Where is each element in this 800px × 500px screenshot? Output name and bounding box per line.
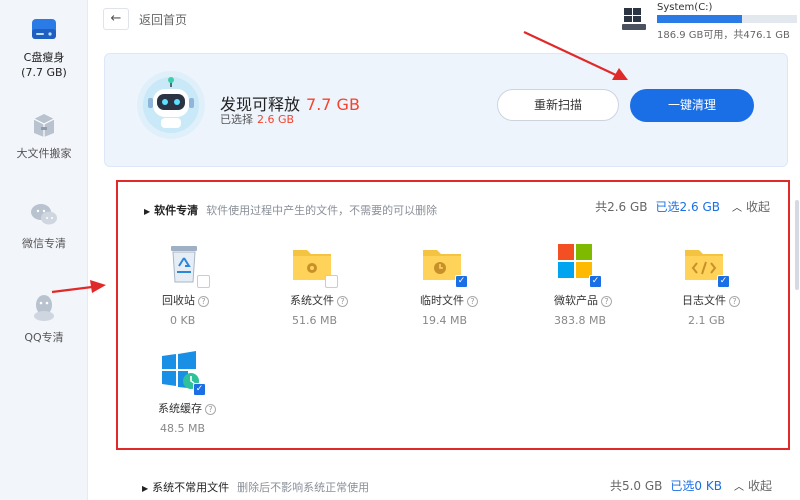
disk-name: System(C:) (657, 2, 713, 13)
section-description: 删除后不影响系统正常使用 (237, 481, 370, 494)
item-size: 383.8 MB (554, 314, 607, 327)
scan-summary-card: 发现可释放 7.7 GB 已选择 2.6 GB 重新扫描 一键清理 (104, 53, 788, 167)
item-checkbox[interactable] (325, 275, 338, 288)
clean-item-recycle-bin[interactable]: 回收站? 0 KB (162, 242, 282, 327)
item-name: 系统文件 (290, 294, 334, 307)
clean-item-system-files[interactable]: 系统文件? 51.6 MB (290, 242, 410, 327)
section-summary: 共5.0 GB 已选0 KB ︿ 收起 (610, 477, 772, 494)
section-header[interactable]: ▶ 系统不常用文件 删除后不影响系统正常使用 (142, 479, 369, 495)
item-checkbox-checked[interactable]: ✓ (589, 275, 602, 288)
item-name: 系统缓存 (158, 402, 202, 415)
item-size: 19.4 MB (422, 314, 468, 327)
help-icon[interactable]: ? (205, 403, 216, 415)
chevron-up-icon[interactable]: ︿ (728, 199, 746, 215)
section-header[interactable]: ▶ 软件专清 软件使用过程中产生的文件，不需要的可以删除 (144, 202, 437, 218)
box-icon (33, 114, 55, 137)
disk-usage-bar (657, 15, 797, 23)
software-clean-section: ▶ 软件专清 软件使用过程中产生的文件，不需要的可以删除 共2.6 GB 已选2.6 … (116, 180, 790, 450)
collapse-button[interactable]: 收起 (748, 479, 772, 493)
section-summary: 共2.6 GB 已选2.6 GB ︿ 收起 (595, 198, 770, 215)
system-folder-icon (290, 242, 338, 288)
sidebar-item-wechat[interactable]: 微信专清 (0, 200, 88, 251)
sidebar-item-label: 大文件搬家 (16, 147, 72, 160)
item-checkbox-checked[interactable]: ✓ (455, 275, 468, 288)
disk-free-text: 186.9 GB可用，共476.1 GB (657, 30, 790, 41)
help-icon[interactable]: ? (198, 295, 209, 307)
help-icon[interactable]: ? (467, 295, 478, 307)
one-click-clean-button[interactable]: 一键清理 (630, 89, 754, 122)
item-name: 微软产品 (554, 294, 598, 307)
item-checkbox-checked[interactable]: ✓ (193, 383, 206, 396)
rescan-button[interactable]: 重新扫描 (497, 89, 619, 121)
item-checkbox[interactable] (197, 275, 210, 288)
item-size: 48.5 MB (160, 422, 206, 435)
sidebar-item-large-file-move[interactable]: 大文件搬家 (0, 110, 88, 161)
hero-sub-text: 已选择 (220, 113, 253, 126)
disk-icon (32, 19, 56, 39)
section-title: 系统不常用文件 (152, 481, 230, 494)
sidebar-item-label: C盘瘦身 (23, 51, 65, 64)
collapse-button[interactable]: 收起 (746, 200, 770, 214)
hero-subtitle: 已选择 2.6 GB (220, 111, 294, 127)
item-name: 回收站 (162, 294, 195, 307)
sidebar: C盘瘦身 (7.7 GB) 大文件搬家 微信专清 QQ专清 (0, 0, 88, 500)
item-size: 51.6 MB (292, 314, 338, 327)
arrow-left-icon: ← (110, 11, 122, 26)
help-icon[interactable]: ? (729, 295, 740, 307)
disk-usage-fill (657, 15, 743, 23)
caret-right-icon: ▶ (144, 207, 151, 216)
robot-icon (137, 71, 205, 139)
clean-item-system-cache[interactable]: ✓ 系统缓存? 48.5 MB (158, 350, 278, 435)
temp-folder-icon: ✓ (420, 242, 468, 288)
clean-item-microsoft-products[interactable]: ✓ 微软产品? 383.8 MB (554, 242, 674, 327)
recycle-bin-icon (162, 242, 210, 288)
releasable-amount: 7.7 GB (306, 95, 360, 114)
caret-right-icon: ▶ (142, 484, 149, 493)
section-title: 软件专清 (154, 204, 199, 217)
selected-amount: 2.6 GB (257, 113, 295, 126)
item-name: 临时文件 (420, 294, 464, 307)
clean-item-temp-files[interactable]: ✓ 临时文件? 19.4 MB (420, 242, 540, 327)
sidebar-item-size: (7.7 GB) (21, 66, 67, 79)
scrollbar[interactable] (795, 200, 799, 290)
item-size: 0 KB (170, 314, 196, 327)
item-size: 2.1 GB (688, 314, 726, 327)
help-icon[interactable]: ? (601, 295, 612, 307)
section-selected: 已选2.6 GB (655, 200, 720, 214)
annotation-arrow-clean (523, 31, 628, 80)
back-label[interactable]: 返回首页 (139, 11, 187, 28)
wechat-icon (31, 204, 57, 225)
section-selected: 已选0 KB (670, 479, 722, 493)
section-description: 软件使用过程中产生的文件，不需要的可以删除 (206, 204, 438, 217)
log-folder-icon: ✓ (682, 242, 730, 288)
help-icon[interactable]: ? (337, 295, 348, 307)
microsoft-icon: ✓ (554, 242, 602, 288)
item-checkbox-checked[interactable]: ✓ (717, 275, 730, 288)
item-name: 日志文件 (682, 294, 726, 307)
disk-usage: System(C:) 186.9 GB可用，共476.1 GB (619, 2, 799, 41)
clean-item-log-files[interactable]: ✓ 日志文件? 2.1 GB (682, 242, 800, 327)
sidebar-item-c-drive-slim[interactable]: C盘瘦身 (7.7 GB) (0, 14, 88, 80)
system-uncommon-files-section: ▶ 系统不常用文件 删除后不影响系统正常使用 共5.0 GB 已选0 KB ︿ 收起 (116, 465, 790, 500)
back-button[interactable]: ← (103, 8, 129, 30)
top-bar: ← 返回首页 System(C:) 186.9 GB可用，共476.1 GB (89, 0, 800, 41)
section-total: 共5.0 GB (609, 479, 663, 493)
section-total: 共2.6 GB (595, 200, 648, 214)
chevron-up-icon[interactable]: ︿ (730, 478, 748, 494)
windows-cache-icon: ✓ (158, 350, 206, 396)
sidebar-item-label: QQ专清 (24, 331, 64, 344)
annotation-arrow-section (51, 280, 106, 294)
sidebar-item-label: 微信专清 (22, 237, 66, 250)
